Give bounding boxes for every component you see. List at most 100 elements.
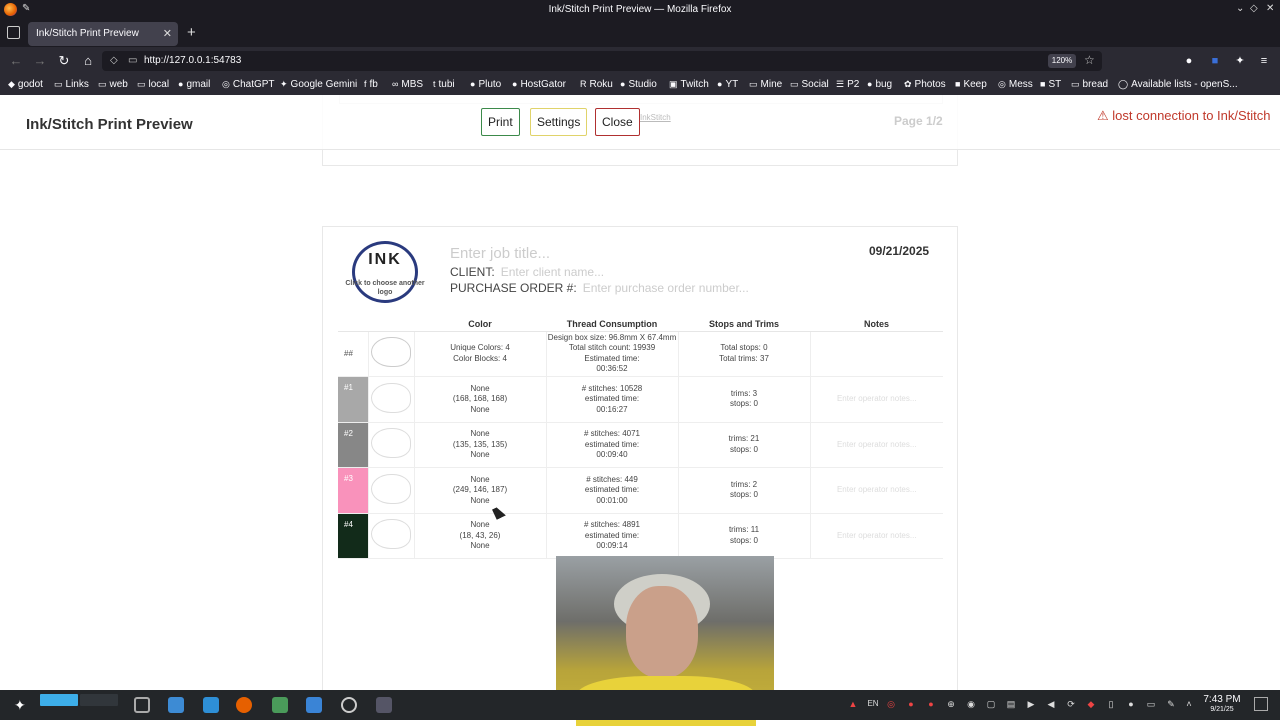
- po-input[interactable]: Enter purchase order number...: [583, 281, 749, 295]
- pager-desktop-1[interactable]: [40, 694, 78, 706]
- updates-icon[interactable]: ⟳: [1066, 699, 1076, 709]
- microphone-icon[interactable]: ●: [1126, 699, 1136, 709]
- show-desktop-icon[interactable]: [1254, 697, 1268, 711]
- mail-icon[interactable]: [306, 697, 322, 713]
- app-launcher-icon[interactable]: ✦: [14, 697, 30, 713]
- logo[interactable]: INK Click to choose another logo: [342, 241, 428, 307]
- cell-line: Color Blocks: 4: [453, 353, 507, 363]
- display-icon[interactable]: ▢: [986, 699, 996, 709]
- bookmark-hostgator[interactable]: ● HostGator: [512, 79, 566, 90]
- inkscape-window-icon[interactable]: [376, 697, 392, 713]
- bookmark-mess[interactable]: ◎ Mess: [998, 79, 1033, 90]
- pager-desktop-2[interactable]: [80, 694, 118, 706]
- table-row: #4 None (18, 43, 26) None # stitches: 4891 es…: [338, 513, 943, 559]
- home-icon[interactable]: ⌂: [80, 53, 96, 68]
- obs-icon[interactable]: [341, 697, 357, 713]
- extensions-icon[interactable]: ✦: [1232, 53, 1248, 69]
- record-dot-icon[interactable]: ●: [906, 699, 916, 709]
- tray-expand-icon[interactable]: ˄: [1184, 699, 1194, 709]
- screen-icon[interactable]: ▭: [1146, 699, 1156, 709]
- bookmark-gmail[interactable]: ● gmail: [178, 79, 210, 90]
- bookmark-p2[interactable]: ☰ P2: [836, 79, 859, 90]
- firefox-taskbar-icon[interactable]: [236, 697, 252, 713]
- block-thumbnail: [371, 473, 411, 504]
- tab-print-preview[interactable]: Ink/Stitch Print Preview ✕: [28, 22, 178, 46]
- url-text[interactable]: http://127.0.0.1:54783: [144, 55, 241, 66]
- files-icon[interactable]: [203, 697, 219, 713]
- bookmark-fb[interactable]: f fb: [364, 79, 378, 90]
- overview-icon[interactable]: [134, 697, 150, 713]
- summary-stops: Total stops: 0 Total trims: 37: [678, 331, 811, 377]
- bluetooth-icon[interactable]: ✎: [1166, 699, 1176, 709]
- close-tab-icon[interactable]: ✕: [163, 27, 172, 40]
- bookmark-keep[interactable]: ■ Keep: [955, 79, 987, 90]
- operator-notes-input[interactable]: Enter operator notes...: [810, 422, 943, 468]
- record-dot-2-icon[interactable]: ●: [926, 699, 936, 709]
- bookmark-roku[interactable]: R Roku: [580, 79, 613, 90]
- shield-icon[interactable]: ◇: [110, 55, 118, 66]
- bookmark-local[interactable]: ▭ local: [137, 79, 169, 90]
- operator-notes-input[interactable]: Enter operator notes...: [810, 376, 943, 423]
- cell-line: None: [470, 520, 490, 529]
- bookmark-tubi[interactable]: t tubi: [433, 79, 455, 90]
- maximize-icon[interactable]: ◇: [1250, 3, 1258, 14]
- bookmark-godot[interactable]: ◆ godot: [8, 79, 43, 90]
- bookmark-web[interactable]: ▭ web: [98, 79, 128, 90]
- clock[interactable]: 7:43 PM 9/21/25: [1200, 695, 1244, 715]
- inkstitch-link[interactable]: InkStitch: [640, 113, 671, 122]
- media-icon[interactable]: ▶: [1026, 699, 1036, 709]
- bookmark-chatgpt[interactable]: ◎ ChatGPT: [222, 79, 275, 90]
- tab-list-icon[interactable]: [7, 26, 20, 39]
- extension-b-icon[interactable]: ●: [1181, 53, 1197, 69]
- inkscape-icon[interactable]: [272, 697, 288, 713]
- job-title-input[interactable]: Enter job title...: [450, 245, 550, 262]
- bookmark-links[interactable]: ▭ Links: [54, 79, 89, 90]
- volume-icon[interactable]: ◀: [1046, 699, 1056, 709]
- settings-button[interactable]: Settings: [530, 108, 588, 136]
- bookmark-available-lists[interactable]: ◯ Available lists - openS...: [1118, 79, 1238, 90]
- notes-header: Notes: [810, 318, 943, 332]
- bookmark-mbs[interactable]: ∞ MBS: [392, 79, 423, 90]
- bookmark-studio[interactable]: ● Studio: [620, 79, 657, 90]
- close-button[interactable]: Close: [595, 108, 640, 136]
- bookmark-mine[interactable]: ▭ Mine: [749, 79, 782, 90]
- menu-icon[interactable]: ≡: [1256, 53, 1272, 69]
- bookmark-star-icon[interactable]: ☆: [1084, 53, 1095, 67]
- steam-icon[interactable]: ⊕: [946, 699, 956, 709]
- bookmark-photos[interactable]: ✿ Photos: [904, 79, 946, 90]
- bookmark-gemini[interactable]: ✦ Google Gemini: [280, 79, 357, 90]
- print-button[interactable]: Print: [481, 108, 520, 136]
- operator-notes-input[interactable]: Enter operator notes...: [810, 513, 943, 559]
- bookmark-bread[interactable]: ▭ bread: [1071, 79, 1108, 90]
- client-input[interactable]: Enter client name...: [501, 265, 604, 279]
- bookmark-yt[interactable]: ● YT: [717, 79, 738, 90]
- zoom-level[interactable]: 120%: [1048, 54, 1076, 68]
- bookmark-twitch[interactable]: ▣ Twitch: [669, 79, 709, 90]
- clipboard-icon[interactable]: ▤: [1006, 699, 1016, 709]
- reload-icon[interactable]: ↻: [56, 53, 72, 69]
- back-icon[interactable]: ←: [8, 53, 24, 68]
- battery-icon[interactable]: ▯: [1106, 699, 1116, 709]
- network-monitor-icon[interactable]: ◉: [966, 699, 976, 709]
- bitwarden-icon[interactable]: ■: [1207, 53, 1223, 69]
- alert-icon[interactable]: ▲: [848, 699, 858, 709]
- record-icon[interactable]: ◎: [886, 699, 896, 709]
- cell-line: None: [470, 404, 490, 414]
- minimize-icon[interactable]: ⌄: [1236, 3, 1244, 14]
- bookmark-social[interactable]: ▭ Social: [790, 79, 829, 90]
- new-tab-icon[interactable]: +: [187, 24, 196, 41]
- forward-icon[interactable]: →: [32, 53, 48, 68]
- bookmarks-bar: ◆ godot ▭ Links ▭ web ▭ local ● gmail ◎ ChatGP…: [0, 75, 1280, 95]
- close-window-icon[interactable]: ✕: [1266, 3, 1274, 14]
- url-bar[interactable]: ◇ ▭ http://127.0.0.1:54783 120% ☆: [102, 51, 1102, 71]
- operator-notes-input[interactable]: Enter operator notes...: [810, 467, 943, 514]
- bookmark-pluto[interactable]: ● Pluto: [470, 79, 501, 90]
- store-icon[interactable]: [168, 697, 184, 713]
- summary-notes: [810, 331, 943, 377]
- bookmark-bug[interactable]: ● bug: [867, 79, 892, 90]
- page-info-icon[interactable]: ▭: [128, 55, 137, 66]
- security-icon[interactable]: ◆: [1086, 699, 1096, 709]
- bookmark-st[interactable]: ■ ST: [1040, 79, 1061, 90]
- cell-line: None: [470, 429, 490, 438]
- language-indicator[interactable]: EN: [866, 699, 880, 709]
